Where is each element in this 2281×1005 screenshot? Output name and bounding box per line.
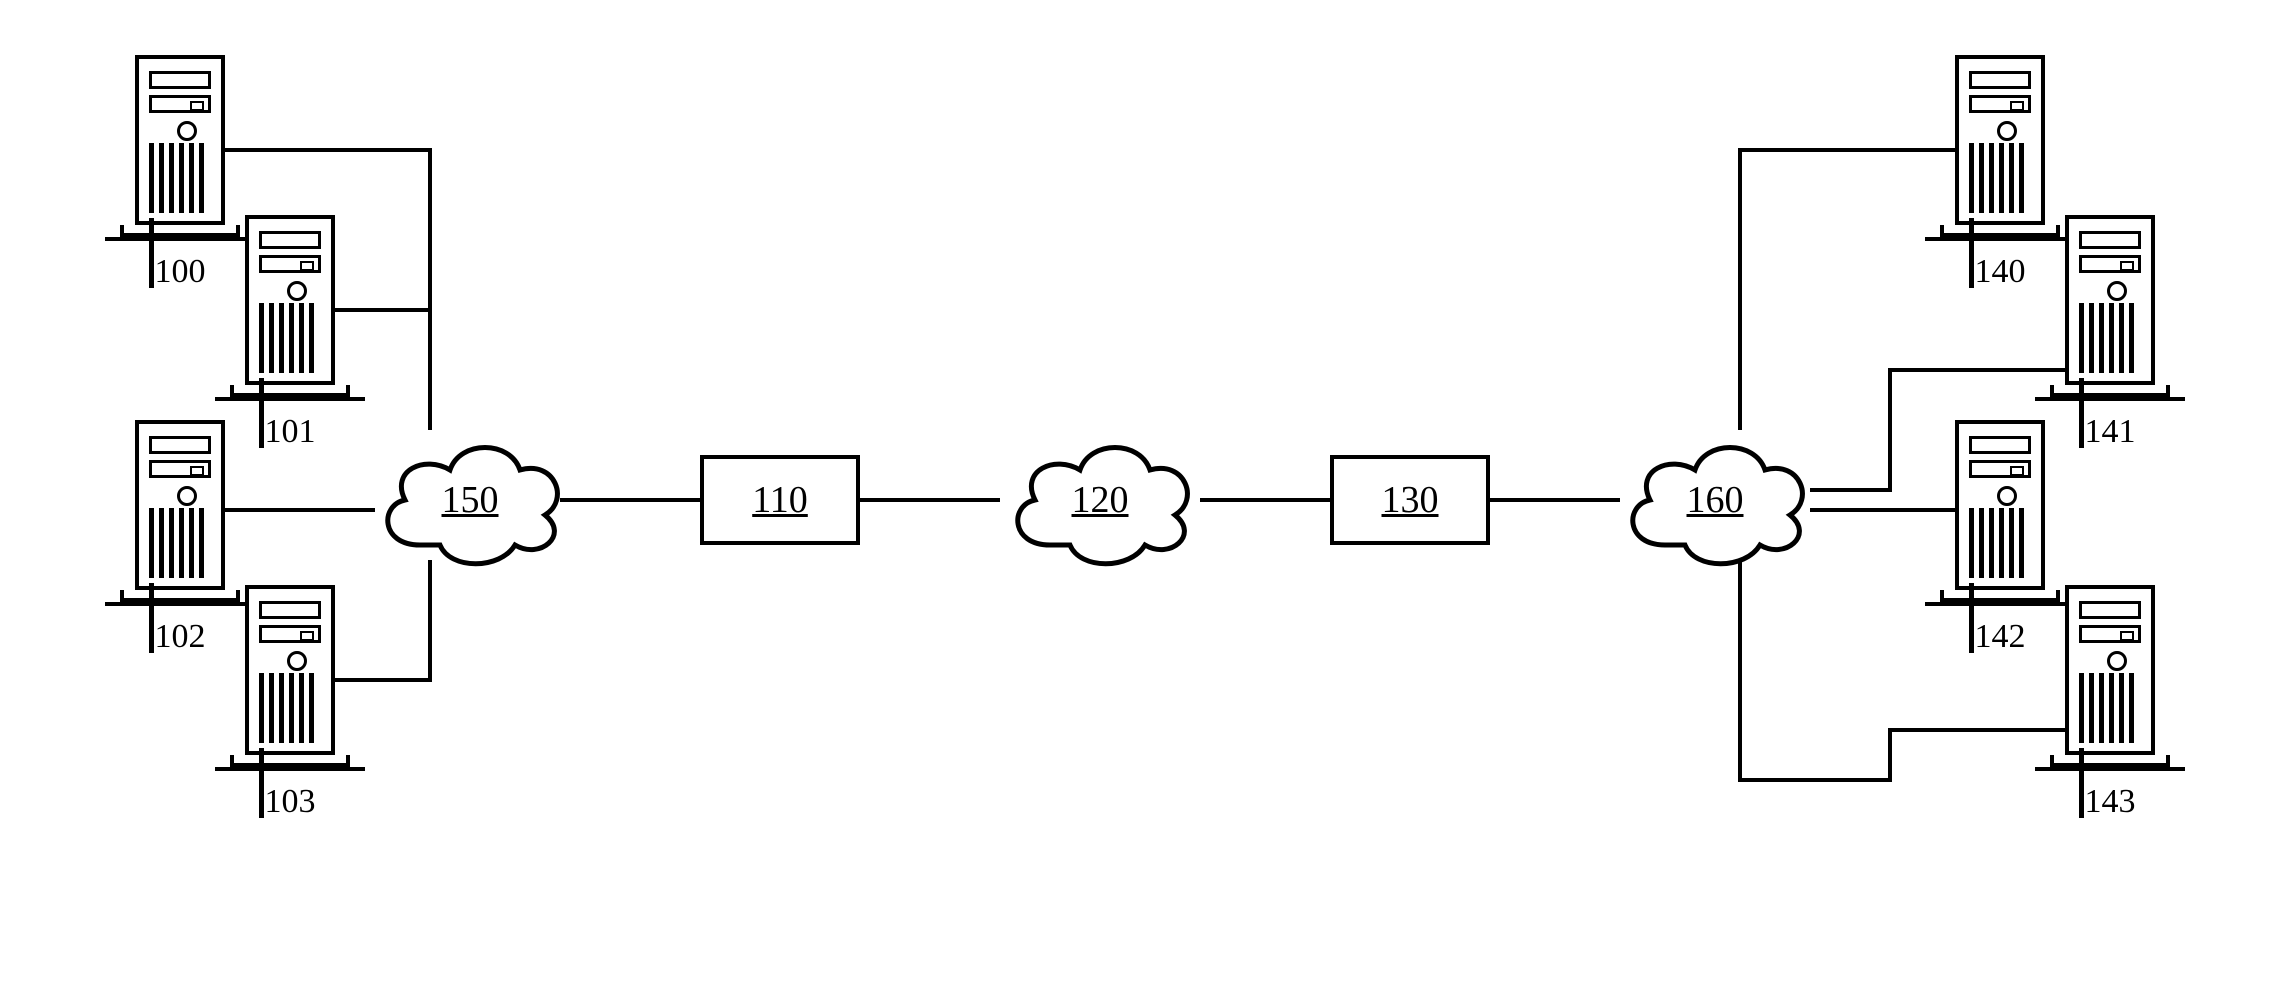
server-node-100: 100	[135, 55, 225, 291]
box-label: 110	[752, 478, 808, 522]
server-label: 100	[120, 253, 240, 291]
diagram-stage: 100 101 102 103 150 110 120 130 160	[0, 0, 2281, 1005]
box-label: 130	[1382, 478, 1439, 522]
cloud-node-120: 120	[1000, 425, 1200, 575]
server-label: 143	[2050, 783, 2170, 821]
server-label: 140	[1940, 253, 2060, 291]
server-label: 101	[230, 413, 350, 451]
box-node-130: 130	[1330, 455, 1490, 545]
server-node-102: 102	[135, 420, 225, 656]
server-label: 141	[2050, 413, 2170, 451]
cloud-label: 120	[1000, 425, 1200, 575]
server-label: 142	[1940, 618, 2060, 656]
server-label: 102	[120, 618, 240, 656]
server-node-141: 141	[2065, 215, 2155, 451]
server-node-143: 143	[2065, 585, 2155, 821]
server-node-101: 101	[245, 215, 335, 451]
cloud-node-150: 150	[370, 425, 570, 575]
box-node-110: 110	[700, 455, 860, 545]
server-node-140: 140	[1955, 55, 2045, 291]
cloud-label: 150	[370, 425, 570, 575]
cloud-node-160: 160	[1615, 425, 1815, 575]
server-node-103: 103	[245, 585, 335, 821]
cloud-label: 160	[1615, 425, 1815, 575]
server-label: 103	[230, 783, 350, 821]
server-node-142: 142	[1955, 420, 2045, 656]
